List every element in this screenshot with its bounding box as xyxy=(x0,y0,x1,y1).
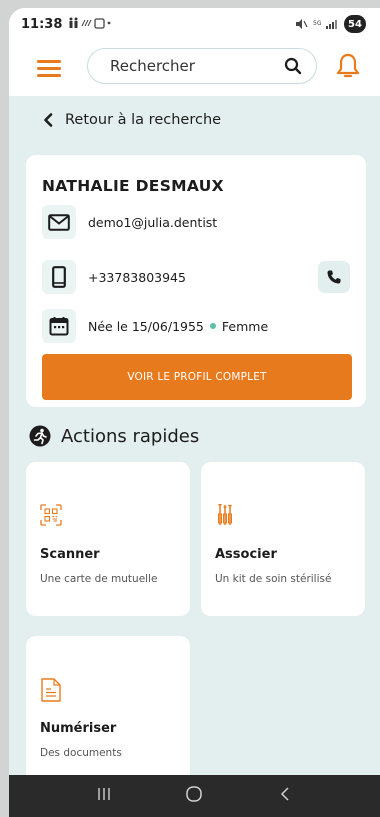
associate-card[interactable]: Associer Un kit de soin stérilisé xyxy=(201,462,365,616)
email-row: demo1@julia.dentist xyxy=(42,205,217,239)
associate-title: Associer xyxy=(215,547,277,562)
phone-row: +33783803945 xyxy=(42,260,186,294)
scanner-card[interactable]: Scanner Une carte de mutuelle xyxy=(26,462,190,616)
birth-row: Née le 15/06/1955 Femme xyxy=(42,309,268,343)
menu-icon[interactable] xyxy=(37,60,61,78)
mail-icon xyxy=(42,205,76,239)
battery-icon: 54 xyxy=(344,15,366,33)
back-icon[interactable] xyxy=(265,786,305,807)
system-nav-bar xyxy=(9,775,380,817)
scanner-title: Scanner xyxy=(40,547,100,562)
notification-icons xyxy=(68,17,112,32)
back-to-search-link[interactable]: Retour à la recherche xyxy=(43,112,221,128)
runner-icon xyxy=(29,425,51,447)
chevron-left-icon xyxy=(44,113,53,127)
smartphone-icon xyxy=(42,260,76,294)
associate-subtitle: Un kit de soin stérilisé xyxy=(215,573,332,585)
status-time: 11:38 xyxy=(21,16,63,32)
app-header xyxy=(9,40,380,96)
patient-email: demo1@julia.dentist xyxy=(88,214,218,230)
svg-text:5G: 5G xyxy=(313,20,322,27)
digitize-subtitle: Des documents xyxy=(40,747,122,759)
view-full-profile-button[interactable]: VOIR LE PROFIL COMPLET xyxy=(42,354,352,400)
patient-name: NATHALIE DESMAUX xyxy=(42,177,224,195)
qr-scan-icon xyxy=(40,504,62,526)
mute-icon xyxy=(296,19,308,29)
patient-gender: Femme xyxy=(221,318,269,334)
search-bar[interactable] xyxy=(87,48,317,84)
status-bar: 11:38 5G 54 xyxy=(9,8,380,40)
recent-apps-icon[interactable] xyxy=(84,786,124,807)
signal-icon: 5G xyxy=(313,20,337,29)
digitize-card[interactable]: Numériser Des documents xyxy=(26,636,190,790)
calendar-icon xyxy=(42,309,76,343)
back-link-label: Retour à la recherche xyxy=(65,112,222,128)
app-screen: 11:38 5G 54 Rechercher Retour à la reche… xyxy=(9,8,380,817)
patient-card: NATHALIE DESMAUX demo1@julia.dentist +33… xyxy=(26,155,366,407)
home-icon[interactable] xyxy=(174,785,214,808)
search-icon[interactable] xyxy=(284,57,302,75)
dental-tools-icon xyxy=(218,504,233,525)
document-icon xyxy=(41,678,61,702)
patient-birth: Née le 15/06/1955 xyxy=(88,318,204,334)
bell-icon[interactable] xyxy=(335,52,361,80)
phone-icon xyxy=(327,270,341,284)
call-button[interactable] xyxy=(318,261,350,293)
quick-actions-title: Actions rapides xyxy=(61,425,200,447)
quick-actions-heading: Actions rapides xyxy=(29,425,199,447)
patient-phone: +33783803945 xyxy=(88,269,186,285)
status-dot xyxy=(209,323,216,329)
digitize-title: Numériser xyxy=(40,721,117,736)
search-input[interactable] xyxy=(110,57,260,75)
scanner-subtitle: Une carte de mutuelle xyxy=(40,573,158,585)
